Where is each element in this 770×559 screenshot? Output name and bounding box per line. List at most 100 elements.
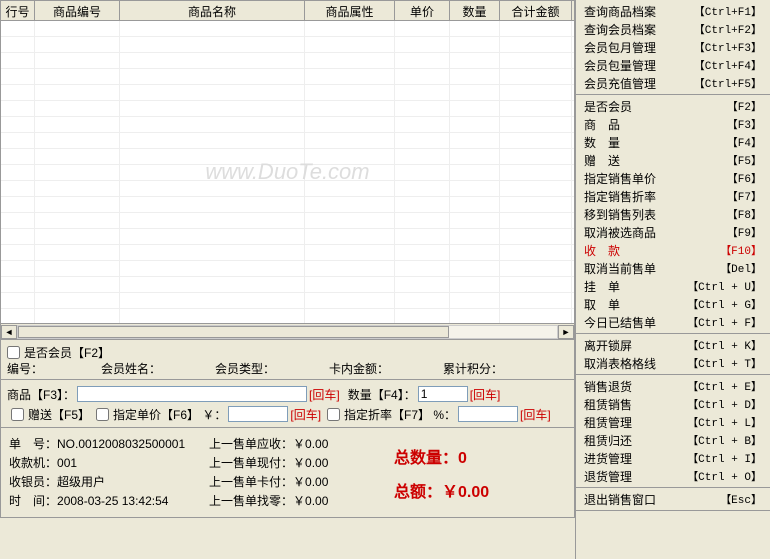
- total-amt-label: 总额：: [394, 484, 442, 501]
- table-row[interactable]: [1, 85, 574, 101]
- menu-shortcut: 【Ctrl + L】: [687, 414, 762, 430]
- menu-shortcut: 【F6】: [727, 170, 762, 186]
- gift-checkbox[interactable]: [11, 408, 24, 421]
- status-bar: 单 号：NO.0012008032500001 收款机：001 收银员：超级用户…: [0, 428, 575, 518]
- menu-label: 收 款: [584, 242, 620, 259]
- menu-item[interactable]: 取消表格格线【Ctrl + T】: [576, 354, 770, 372]
- menu-label: 进货管理: [584, 450, 632, 467]
- member-checkbox-label: 是否会员【F2】: [24, 344, 110, 361]
- h-scrollbar[interactable]: ◄ ►: [1, 323, 574, 339]
- price-input[interactable]: [228, 406, 288, 422]
- menu-item[interactable]: 退出销售窗口【Esc】: [576, 490, 770, 508]
- menu-item[interactable]: 取消被选商品【F9】: [576, 223, 770, 241]
- table-row[interactable]: [1, 261, 574, 277]
- col-qty[interactable]: 数量: [450, 1, 500, 20]
- menu-shortcut: 【Ctrl + F】: [687, 314, 762, 330]
- last-card: ￥0.00: [293, 473, 328, 490]
- member-type-label: 会员类型：: [215, 360, 325, 377]
- total-qty: 0: [458, 450, 467, 467]
- menu-item[interactable]: 挂 单【Ctrl + U】: [576, 277, 770, 295]
- menu-item[interactable]: 退货管理【Ctrl + O】: [576, 467, 770, 485]
- scroll-thumb[interactable]: [18, 326, 449, 338]
- table-row[interactable]: [1, 277, 574, 293]
- qty-input[interactable]: [418, 386, 468, 402]
- menu-item[interactable]: 进货管理 【Ctrl + I】: [576, 449, 770, 467]
- scroll-left-icon[interactable]: ◄: [1, 325, 17, 339]
- product-code-label: 商品【F3】：: [7, 386, 75, 403]
- table-row[interactable]: [1, 37, 574, 53]
- menu-shortcut: 【Ctrl + U】: [687, 278, 762, 294]
- discount-input[interactable]: [458, 406, 518, 422]
- machine-label: 收款机：: [9, 454, 57, 471]
- table-row[interactable]: [1, 197, 574, 213]
- grid-body[interactable]: www.DuoTe.com: [1, 21, 574, 323]
- price-checkbox[interactable]: [96, 408, 109, 421]
- menu-shortcut: 【Ctrl + I】: [687, 450, 762, 466]
- menu-shortcut: 【Ctrl+F1】: [694, 3, 762, 19]
- menu-item[interactable]: 指定销售折率【F7】: [576, 187, 770, 205]
- last-cash: ￥0.00: [293, 454, 328, 471]
- enter-hint-4: [回车]: [520, 406, 551, 423]
- menu-item[interactable]: 会员充值管理【Ctrl+F5】: [576, 74, 770, 92]
- last-change: ￥0.00: [293, 492, 328, 509]
- table-row[interactable]: [1, 117, 574, 133]
- last-change-label: 上一售单找零：: [209, 492, 293, 509]
- table-row[interactable]: [1, 21, 574, 37]
- menu-label: 取消被选商品: [584, 224, 656, 241]
- menu-item[interactable]: 取 单【Ctrl + G】: [576, 295, 770, 313]
- menu-label: 会员包量管理: [584, 57, 656, 74]
- menu-item[interactable]: 会员包月管理【Ctrl+F3】: [576, 38, 770, 56]
- menu-label: 查询商品档案: [584, 3, 656, 20]
- menu-label: 退货管理: [584, 468, 632, 485]
- table-row[interactable]: [1, 53, 574, 69]
- menu-shortcut: 【Ctrl+F5】: [694, 75, 762, 91]
- table-row[interactable]: [1, 101, 574, 117]
- table-row[interactable]: [1, 293, 574, 309]
- table-row[interactable]: [1, 309, 574, 323]
- menu-item[interactable]: 销售退货【Ctrl + E】: [576, 377, 770, 395]
- menu-item[interactable]: 赠 送【F5】: [576, 151, 770, 169]
- menu-item[interactable]: 租赁管理【Ctrl + L】: [576, 413, 770, 431]
- menu-item[interactable]: 查询会员档案【Ctrl+F2】: [576, 20, 770, 38]
- table-row[interactable]: [1, 69, 574, 85]
- menu-item[interactable]: 移到销售列表【F8】: [576, 205, 770, 223]
- menu-item[interactable]: 指定销售单价【F6】: [576, 169, 770, 187]
- col-price[interactable]: 单价: [395, 1, 450, 20]
- col-code[interactable]: 商品编号: [35, 1, 120, 20]
- table-row[interactable]: [1, 213, 574, 229]
- scroll-right-icon[interactable]: ►: [558, 325, 574, 339]
- menu-item[interactable]: 商 品【F3】: [576, 115, 770, 133]
- menu-item[interactable]: 今日已结售单 【Ctrl + F】: [576, 313, 770, 331]
- menu-item[interactable]: 取消当前售单【Del】: [576, 259, 770, 277]
- menu-shortcut: 【Ctrl+F3】: [694, 39, 762, 55]
- product-code-input[interactable]: [77, 386, 307, 402]
- menu-item[interactable]: 租赁销售【Ctrl + D】: [576, 395, 770, 413]
- sales-grid: 行号 商品编号 商品名称 商品属性 单价 数量 合计金额 www.DuoTe.c…: [0, 0, 575, 340]
- menu-item[interactable]: 数 量【F4】: [576, 133, 770, 151]
- time-label: 时 间：: [9, 492, 57, 509]
- col-attr[interactable]: 商品属性: [305, 1, 395, 20]
- col-name[interactable]: 商品名称: [120, 1, 305, 20]
- menu-item[interactable]: 租赁归还【Ctrl + B】: [576, 431, 770, 449]
- menu-item[interactable]: 离开锁屏【Ctrl + K】: [576, 336, 770, 354]
- menu-item[interactable]: 查询商品档案 【Ctrl+F1】: [576, 2, 770, 20]
- qty-label: 数量【F4】：: [348, 386, 416, 403]
- table-row[interactable]: [1, 229, 574, 245]
- menu-item[interactable]: 收 款【F10】: [576, 241, 770, 259]
- member-checkbox[interactable]: [7, 346, 20, 359]
- menu-label: 取 单: [584, 296, 620, 313]
- machine: 001: [57, 456, 77, 470]
- scroll-track[interactable]: [17, 325, 558, 339]
- menu-label: 今日已结售单: [584, 314, 656, 331]
- menu-item[interactable]: 是否会员【F2】: [576, 97, 770, 115]
- menu-shortcut: 【Ctrl + T】: [687, 355, 762, 371]
- gift-label: 赠送【F5】: [28, 406, 90, 423]
- menu-shortcut: 【Ctrl + D】: [687, 396, 762, 412]
- table-row[interactable]: [1, 133, 574, 149]
- table-row[interactable]: [1, 245, 574, 261]
- col-total[interactable]: 合计金额: [500, 1, 572, 20]
- member-id-label: 编号：: [7, 360, 97, 377]
- menu-item[interactable]: 会员包量管理【Ctrl+F4】: [576, 56, 770, 74]
- discount-checkbox[interactable]: [327, 408, 340, 421]
- col-row[interactable]: 行号: [1, 1, 35, 20]
